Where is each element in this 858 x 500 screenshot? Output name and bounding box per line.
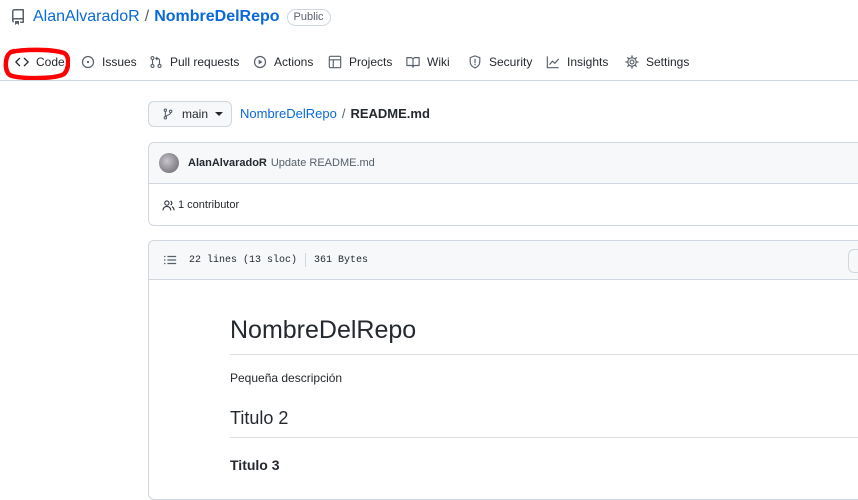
tab-wiki[interactable]: Wiki (406, 52, 450, 72)
repo-name-link[interactable]: NombreDelRepo (154, 8, 279, 26)
file-viewer: 22 lines (13 sloc) 361 Bytes NombreDelRe… (148, 240, 858, 500)
list-icon[interactable] (163, 253, 177, 267)
shield-icon (469, 55, 481, 69)
file-lines: 22 lines (13 sloc) (189, 254, 298, 266)
contributors-count: 1 contributor (178, 199, 240, 211)
graph-icon (546, 56, 560, 69)
tab-issues[interactable]: Issues (81, 52, 137, 72)
breadcrumb-file: README.md (350, 106, 430, 121)
divider (305, 253, 307, 267)
people-icon (162, 199, 175, 210)
issue-circle-icon (81, 55, 95, 69)
tab-security[interactable]: Security (468, 52, 532, 72)
tab-settings[interactable]: Settings (625, 52, 689, 72)
breadcrumb-separator: / (341, 106, 346, 121)
play-icon (253, 55, 267, 69)
table-icon (328, 55, 342, 69)
repo-icon (10, 9, 26, 25)
tab-actions[interactable]: Actions (253, 52, 313, 72)
gear-icon (625, 55, 639, 69)
git-branch-icon (163, 108, 173, 120)
commit-author-link[interactable]: AlanAlvaradoR (188, 157, 267, 169)
tab-settings-label: Settings (646, 55, 690, 69)
tab-pull-requests-label: Pull requests (170, 55, 240, 69)
tab-code[interactable]: Code (15, 52, 65, 72)
caret-down-icon (215, 112, 224, 116)
tab-insights[interactable]: Insights (546, 52, 608, 72)
repo-nav-tabs: Code Issues Pull requests Actions Projec… (0, 44, 858, 81)
readme-heading-1: NombreDelRepo (230, 317, 858, 355)
repo-header: AlanAlvaradoR / NombreDelRepo Public (10, 6, 331, 28)
readme-heading-2: Titulo 2 (230, 407, 858, 438)
commit-box: AlanAlvaradoR Update README.md 1 contrib… (148, 142, 858, 226)
branch-name: main (182, 107, 209, 121)
tab-wiki-label: Wiki (427, 55, 450, 69)
tab-projects[interactable]: Projects (328, 52, 392, 72)
file-size: 361 Bytes (314, 254, 369, 266)
code-icon (15, 57, 29, 67)
avatar[interactable] (159, 153, 179, 173)
contributors-row[interactable]: 1 contributor (149, 184, 858, 225)
breadcrumb-repo-link[interactable]: NombreDelRepo (240, 106, 337, 121)
breadcrumb: NombreDelRepo / README.md (240, 106, 430, 121)
commit-message-link[interactable]: Update README.md (271, 157, 375, 169)
tab-security-label: Security (489, 55, 533, 69)
tab-code-label: Code (36, 55, 65, 69)
tab-projects-label: Projects (349, 55, 393, 69)
visibility-badge: Public (286, 8, 331, 26)
tab-pull-requests[interactable]: Pull requests (149, 52, 239, 72)
pull-request-icon (150, 56, 162, 68)
book-icon (406, 57, 420, 68)
tab-issues-label: Issues (102, 55, 137, 69)
latest-commit-row: AlanAlvaradoR Update README.md (149, 143, 858, 184)
file-header: 22 lines (13 sloc) 361 Bytes (149, 241, 858, 280)
readme-heading-3: Titulo 3 (230, 457, 280, 473)
tab-insights-label: Insights (567, 55, 609, 69)
branch-select-button[interactable]: main (148, 101, 232, 127)
readme-description: Pequeña descripción (230, 371, 343, 385)
file-action-button[interactable] (848, 249, 858, 273)
repo-owner-link[interactable]: AlanAlvaradoR (33, 8, 140, 26)
tab-actions-label: Actions (274, 55, 314, 69)
repo-separator: / (144, 8, 150, 25)
